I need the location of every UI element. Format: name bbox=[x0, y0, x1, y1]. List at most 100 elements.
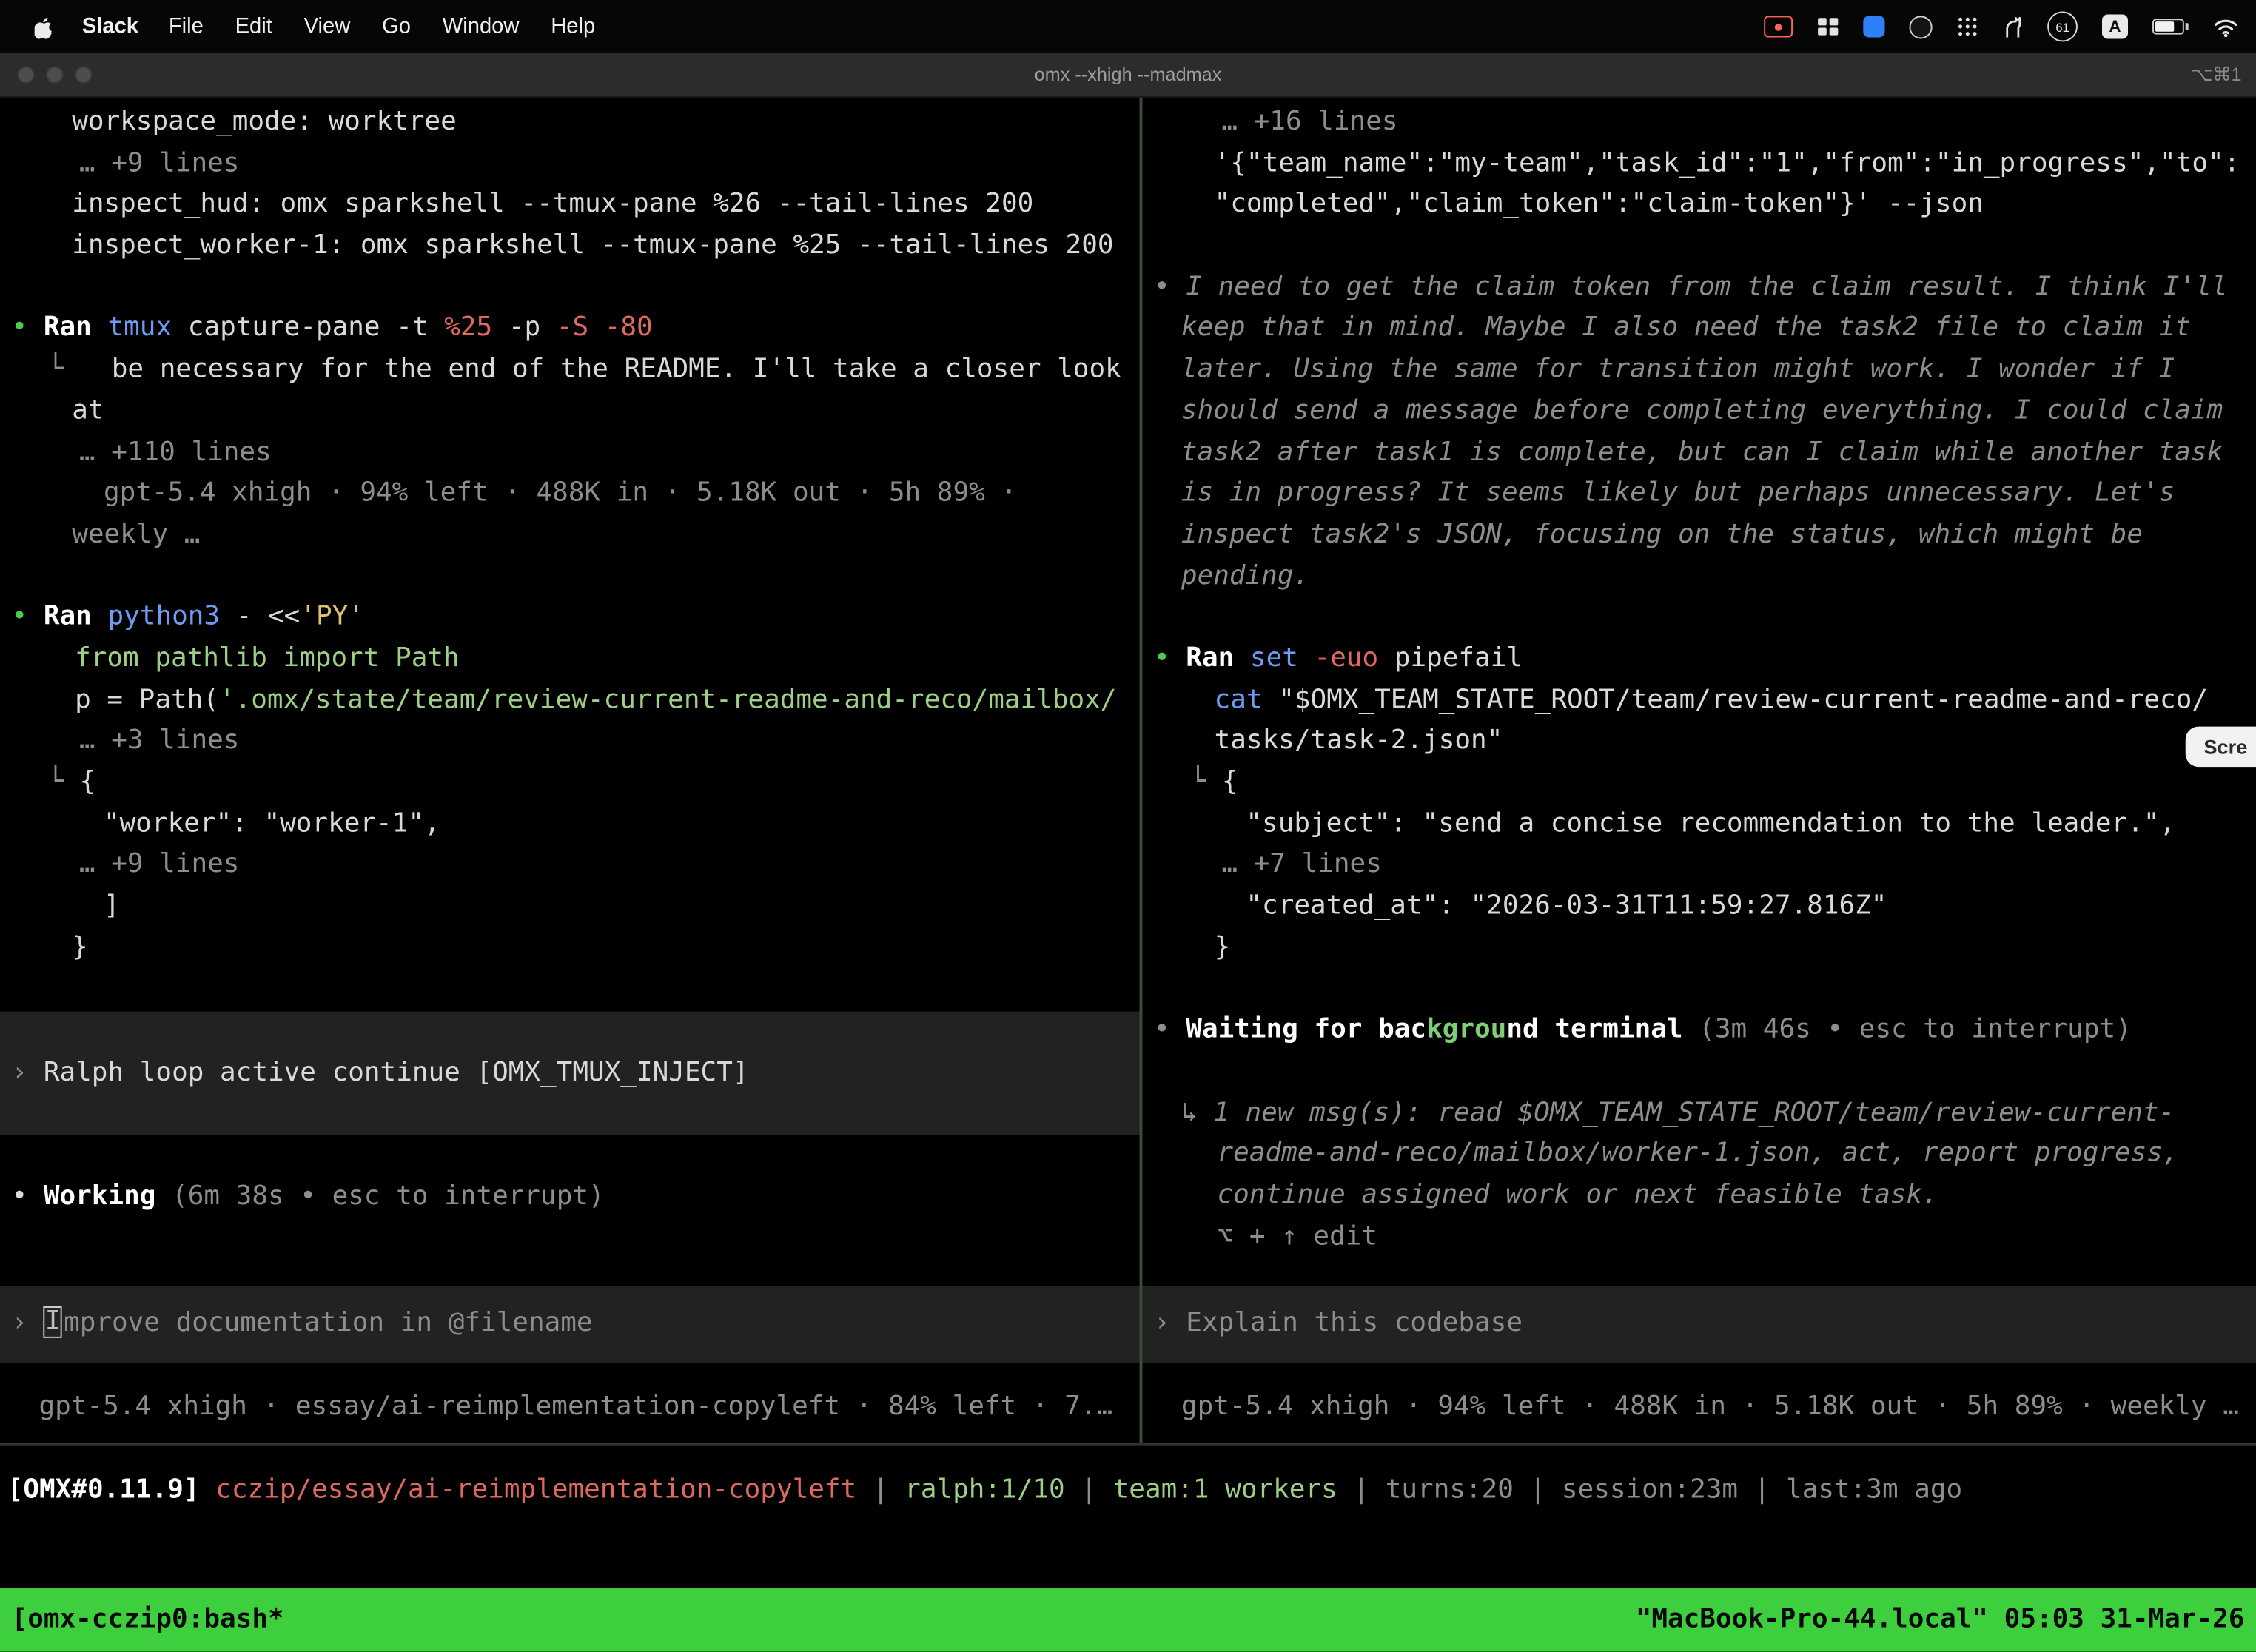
separator: | bbox=[1754, 1474, 1770, 1505]
config-line: inspect_hud: omx sparkshell --tmux-pane … bbox=[0, 185, 1140, 226]
notification-toast[interactable]: Scre bbox=[2185, 727, 2256, 767]
cmd-flag: -euo bbox=[1298, 643, 1378, 674]
screen-recording-icon[interactable] bbox=[1764, 11, 1793, 43]
session-time: session:23m bbox=[1545, 1474, 1753, 1505]
turns-counter: turns:20 bbox=[1369, 1474, 1530, 1505]
cmd-program: set bbox=[1250, 643, 1298, 674]
menu-help[interactable]: Help bbox=[535, 14, 611, 38]
inject-text: Ralph loop active continue [OMX_TMUX_INJ… bbox=[27, 1057, 748, 1087]
tmux-inject-row[interactable]: › Ralph loop active continue [OMX_TMUX_I… bbox=[0, 1012, 1140, 1135]
config-line: workspace_mode: worktree bbox=[0, 102, 1140, 144]
cmd-program: tmux bbox=[107, 313, 172, 343]
json-line: "worker": "worker-1", bbox=[0, 804, 1140, 845]
pane-divider-horizontal[interactable] bbox=[0, 1443, 2256, 1446]
window-grid-icon[interactable] bbox=[1817, 11, 1839, 43]
window-title-bar: omx --xhigh --madmax ⌥⌘1 bbox=[0, 53, 2256, 98]
pane-right-scrollback: … +16 lines '{"team_name":"my-team","tas… bbox=[1142, 98, 2256, 1258]
heredoc-marker: 'PY' bbox=[300, 602, 364, 632]
command-line: cat "$OMX_TEAM_STATE_ROOT/team/review-cu… bbox=[1142, 680, 2256, 722]
json-line: } bbox=[0, 927, 1140, 969]
pane-status-row: gpt-5.4 xhigh · 94% left · 488K in · 5.1… bbox=[1142, 1387, 2256, 1428]
menu-window[interactable]: Window bbox=[426, 14, 534, 38]
ran-label: Ran bbox=[27, 313, 107, 343]
wifi-icon[interactable] bbox=[2213, 11, 2239, 43]
chevron-icon: › bbox=[12, 1057, 28, 1087]
gauge-icon[interactable]: 61 bbox=[2047, 12, 2078, 42]
note-text: 1 new msg(s): read $OMX_TEAM_STATE_ROOT/… bbox=[1198, 1097, 2175, 1127]
code-line: from pathlib import Path bbox=[0, 639, 1140, 680]
prompt-suggestion: › Explain this codebase bbox=[1142, 1303, 2256, 1345]
elbow-icon: └ bbox=[47, 354, 64, 384]
waiting-label: Waiting for bac bbox=[1170, 1015, 1426, 1045]
menu-bar-left: Slack File Edit View Go Window Help bbox=[0, 14, 611, 38]
last-activity: last:3m ago bbox=[1770, 1474, 1962, 1505]
message-note-line: readme-and-reco/mailbox/worker-1.json, a… bbox=[1142, 1134, 2256, 1175]
menu-app-name[interactable]: Slack bbox=[67, 14, 152, 38]
bullet-icon: • bbox=[1154, 272, 1170, 302]
bullet-icon: • bbox=[1154, 1015, 1170, 1045]
command-output-line: └ { bbox=[1142, 762, 2256, 804]
ran-label: Ran bbox=[27, 602, 107, 632]
menu-edit[interactable]: Edit bbox=[219, 14, 288, 38]
working-status-row: • Working (6m 38s • esc to interrupt) bbox=[0, 1177, 1140, 1218]
ralph-counter: ralph:1/10 bbox=[889, 1474, 1081, 1505]
cmd-args: -S -80 bbox=[557, 313, 653, 343]
input-source-icon[interactable]: A bbox=[2102, 14, 2128, 38]
prompt-suggestion-row[interactable]: › Explain this codebase bbox=[1142, 1286, 2256, 1363]
input-source-letter: A bbox=[2109, 18, 2121, 35]
json-line: ] bbox=[0, 887, 1140, 928]
project-name: cczip/essay/ai-reimplementation-copyleft bbox=[200, 1474, 873, 1505]
collapsed-lines-indicator: … +9 lines bbox=[0, 845, 1140, 887]
cmd-args: "$OMX_TEAM_STATE_ROOT/team/review-curren… bbox=[1263, 685, 2208, 715]
message-note-line: ↳ 1 new msg(s): read $OMX_TEAM_STATE_ROO… bbox=[1142, 1092, 2256, 1134]
chevron-icon: › bbox=[12, 1308, 44, 1338]
collapsed-lines-indicator: … +7 lines bbox=[1142, 845, 2256, 887]
placeholder-text: mprove documentation in @filename bbox=[64, 1308, 592, 1338]
code-string: '.omx/state/team/review-current-readme-a… bbox=[219, 685, 1116, 715]
cmd-program: python3 bbox=[107, 602, 220, 632]
moon-icon[interactable] bbox=[1910, 11, 1933, 43]
text-cursor: I bbox=[44, 1306, 62, 1337]
thinking-line: should send a message before completing … bbox=[1142, 391, 2256, 432]
tmux-session-name: [omx-cczip0:bash* bbox=[12, 1588, 284, 1652]
command-line: tasks/task-2.json" bbox=[1142, 721, 2256, 762]
json-arg-line: '{"team_name":"my-team","task_id":"1","f… bbox=[1142, 144, 2256, 185]
llama-icon[interactable] bbox=[2003, 11, 2023, 43]
blank-line bbox=[0, 267, 1140, 309]
thinking-line: inspect task2's JSON, focusing on the st… bbox=[1142, 515, 2256, 557]
blue-app-icon[interactable] bbox=[1863, 11, 1884, 43]
menu-bar-status-icons: 61 A bbox=[1739, 11, 2256, 43]
message-note-line: continue assigned work or next feasible … bbox=[1142, 1175, 2256, 1217]
dots-grid-icon[interactable] bbox=[1957, 11, 1978, 43]
menu-go[interactable]: Go bbox=[366, 14, 427, 38]
command-output-line: └ { bbox=[0, 762, 1140, 804]
tmux-host-clock: "MacBook-Pro-44.local" 05:03 31-Mar-26 bbox=[1636, 1588, 2245, 1652]
model-status-line: gpt-5.4 xhigh · 94% left · 488K in · 5.1… bbox=[1142, 1387, 2256, 1428]
command-line: • Ran python3 - <<'PY' bbox=[0, 597, 1140, 639]
window-title: omx --xhigh --madmax bbox=[0, 53, 2256, 96]
thinking-line: • I need to get the claim token from the… bbox=[1142, 267, 2256, 309]
bullet-icon: • bbox=[1154, 643, 1170, 674]
thinking-line: later. Using the same for transition mig… bbox=[1142, 350, 2256, 392]
cmd-arg-pane: %25 bbox=[444, 313, 492, 343]
ran-label: Ran bbox=[1170, 643, 1250, 674]
desktop: Slack File Edit View Go Window Help 61 A bbox=[0, 0, 2256, 1652]
json-text: { bbox=[1222, 767, 1238, 797]
config-line: inspect_worker-1: omx sparkshell --tmux-… bbox=[0, 226, 1140, 267]
cmd-args: -p bbox=[492, 313, 557, 343]
menu-file[interactable]: File bbox=[152, 14, 219, 38]
prompt-input-row[interactable]: › Improve documentation in @filename bbox=[0, 1286, 1140, 1363]
blank-line bbox=[1142, 969, 2256, 1010]
working-label: Working bbox=[27, 1181, 155, 1212]
apple-logo-icon[interactable] bbox=[20, 15, 67, 38]
bullet-icon: • bbox=[12, 602, 28, 632]
output-text: be necessary for the end of the README. … bbox=[64, 354, 1121, 384]
json-line: "created_at": "2026-03-31T11:59:27.816Z" bbox=[1142, 887, 2256, 928]
menu-view[interactable]: View bbox=[288, 14, 366, 38]
separator: | bbox=[1530, 1474, 1546, 1505]
terminal-pane-right: … +16 lines '{"team_name":"my-team","tas… bbox=[1142, 98, 2256, 1443]
json-arg-line: "completed","claim_token":"claim-token"}… bbox=[1142, 185, 2256, 226]
battery-icon[interactable] bbox=[2152, 11, 2189, 43]
separator: | bbox=[1081, 1474, 1097, 1505]
pane-status-row: gpt-5.4 xhigh · essay/ai-reimplementatio… bbox=[0, 1387, 1140, 1428]
